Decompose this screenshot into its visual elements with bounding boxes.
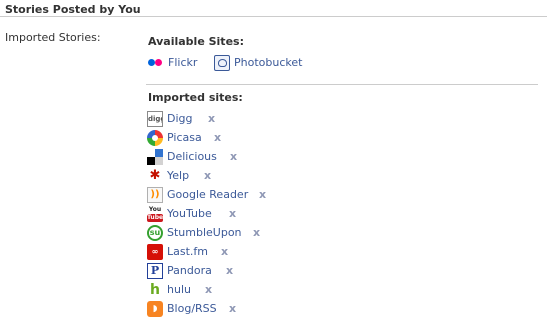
remove-hulu-button[interactable]: x: [205, 283, 212, 296]
imported-site-google-reader: )) Google Reader x: [146, 186, 526, 205]
rss-icon: ◗: [147, 301, 163, 317]
google-reader-icon: )): [147, 187, 163, 203]
site-name[interactable]: StumbleUpon: [167, 226, 242, 239]
photobucket-icon: [214, 55, 230, 71]
flickr-label[interactable]: Flickr: [168, 56, 197, 69]
site-name[interactable]: Google Reader: [167, 188, 248, 201]
yelp-icon: ✱: [149, 168, 161, 183]
remove-yelp-button[interactable]: x: [204, 169, 211, 182]
site-name[interactable]: hulu: [167, 283, 191, 296]
remove-pandora-button[interactable]: x: [226, 264, 233, 277]
site-name[interactable]: Digg: [167, 112, 193, 125]
section-header: Stories Posted by You: [0, 0, 547, 17]
flickr-dot-pink: [155, 59, 162, 66]
flickr-dot-blue: [148, 59, 155, 66]
youtube-icon: You Tube: [147, 206, 163, 222]
site-name[interactable]: YouTube: [167, 207, 212, 220]
available-sites-label: Available Sites:: [148, 35, 244, 48]
remove-delicious-button[interactable]: x: [230, 150, 237, 163]
site-name[interactable]: Last.fm: [167, 245, 208, 258]
remove-blog-rss-button[interactable]: x: [229, 302, 236, 315]
site-name[interactable]: Picasa: [167, 131, 202, 144]
remove-picasa-button[interactable]: x: [214, 131, 221, 144]
lastfm-icon: ∞: [147, 244, 163, 260]
imported-site-stumbleupon: su StumbleUpon x: [146, 224, 526, 243]
youtube-icon-top: You: [148, 206, 162, 213]
imported-site-digg: digg Digg x: [146, 110, 526, 129]
imported-sites-label: Imported sites:: [148, 91, 243, 104]
flickr-icon: [148, 59, 164, 67]
imported-site-delicious: Delicious x: [146, 148, 526, 167]
stumbleupon-icon: su: [147, 225, 163, 241]
remove-google-reader-button[interactable]: x: [259, 188, 266, 201]
site-name[interactable]: Pandora: [167, 264, 212, 277]
imported-stories-label: Imported Stories:: [5, 31, 101, 44]
youtube-icon-bottom: Tube: [147, 214, 163, 222]
remove-stumbleupon-button[interactable]: x: [253, 226, 260, 239]
pandora-icon: P: [147, 263, 163, 279]
remove-digg-button[interactable]: x: [208, 112, 215, 125]
site-name[interactable]: Blog/RSS: [167, 302, 217, 315]
imported-site-pandora: P Pandora x: [146, 262, 526, 281]
imported-site-hulu: h hulu x: [146, 281, 526, 300]
remove-youtube-button[interactable]: x: [229, 207, 236, 220]
stories-settings-panel: Stories Posted by You Imported Stories: …: [0, 0, 547, 320]
delicious-icon: [147, 149, 163, 165]
photobucket-label[interactable]: Photobucket: [234, 56, 302, 69]
site-name[interactable]: Delicious: [167, 150, 217, 163]
site-name[interactable]: Yelp: [167, 169, 189, 182]
imported-site-lastfm: ∞ Last.fm x: [146, 243, 526, 262]
section-title: Stories Posted by You: [5, 3, 141, 16]
imported-site-picasa: Picasa x: [146, 129, 526, 148]
picasa-icon: [147, 130, 163, 146]
hulu-icon: h: [147, 282, 163, 298]
imported-site-youtube: You Tube YouTube x: [146, 205, 526, 224]
imported-site-blog-rss: ◗ Blog/RSS x: [146, 300, 526, 319]
section-divider: [146, 84, 538, 85]
remove-lastfm-button[interactable]: x: [221, 245, 228, 258]
imported-sites-list: digg Digg x Picasa x Delicious x ✱ Yelp …: [146, 110, 526, 319]
digg-icon: digg: [147, 111, 163, 127]
imported-site-yelp: ✱ Yelp x: [146, 167, 526, 186]
